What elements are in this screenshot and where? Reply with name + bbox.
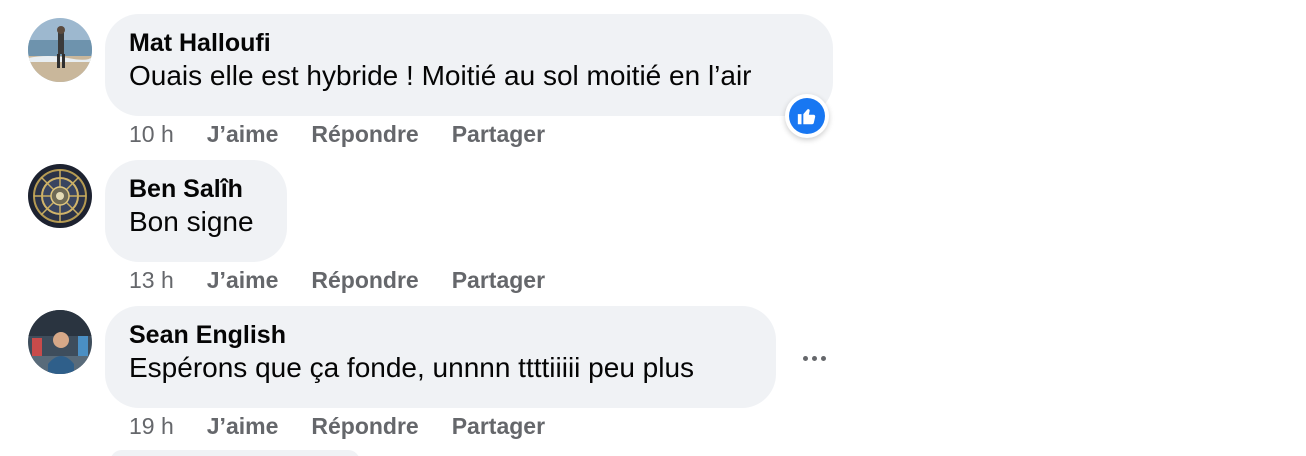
like-button[interactable]: J’aime <box>207 413 279 440</box>
reaction-badge[interactable] <box>785 94 829 138</box>
reply-button[interactable]: Répondre <box>311 267 418 294</box>
avatar[interactable] <box>28 310 92 374</box>
comment-timestamp[interactable]: 10 h <box>129 121 174 148</box>
comment-bubble: Ben Salîh Bon signe <box>105 160 287 262</box>
more-horizontal-icon <box>811 355 817 361</box>
comment-actions: 19 h J’aime Répondre Partager <box>129 411 578 441</box>
share-button[interactable]: Partager <box>452 267 545 294</box>
share-button[interactable]: Partager <box>452 121 545 148</box>
comment-thread: Mat Halloufi Ouais elle est hybride ! Mo… <box>0 0 1306 456</box>
like-icon <box>789 98 825 134</box>
share-button[interactable]: Partager <box>452 413 545 440</box>
comment-text: Ouais elle est hybride ! Moitié au sol m… <box>129 60 752 91</box>
reply-button[interactable]: Répondre <box>311 121 418 148</box>
avatar[interactable] <box>28 164 92 228</box>
reply-button[interactable]: Répondre <box>311 413 418 440</box>
comment-actions: 13 h J’aime Répondre Partager <box>129 265 578 295</box>
comment-text: Bon signe <box>129 206 254 237</box>
more-horizontal-icon <box>802 355 808 361</box>
next-comment-bubble-fragment <box>110 450 360 456</box>
avatar-ornament-emblem <box>28 164 92 228</box>
previous-comment-actions-fragment <box>340 0 560 4</box>
comment-author[interactable]: Sean English <box>129 320 752 350</box>
avatar-beach-photo <box>28 18 92 82</box>
comment-bubble: Mat Halloufi Ouais elle est hybride ! Mo… <box>105 14 833 116</box>
comment-actions: 10 h J’aime Répondre Partager <box>129 119 578 149</box>
avatar-person-photo <box>28 310 92 374</box>
more-horizontal-icon <box>820 355 826 361</box>
like-button[interactable]: J’aime <box>207 267 279 294</box>
like-button[interactable]: J’aime <box>207 121 279 148</box>
comment-text: Espérons que ça fonde, unnnn ttttiiiii p… <box>129 352 695 383</box>
comment-timestamp[interactable]: 19 h <box>129 413 174 440</box>
avatar[interactable] <box>28 18 92 82</box>
comment-author[interactable]: Ben Salîh <box>129 174 263 204</box>
more-options-button[interactable] <box>794 343 834 373</box>
comment-author[interactable]: Mat Halloufi <box>129 28 809 58</box>
comment-timestamp[interactable]: 13 h <box>129 267 174 294</box>
comment-bubble: Sean English Espérons que ça fonde, unnn… <box>105 306 776 408</box>
